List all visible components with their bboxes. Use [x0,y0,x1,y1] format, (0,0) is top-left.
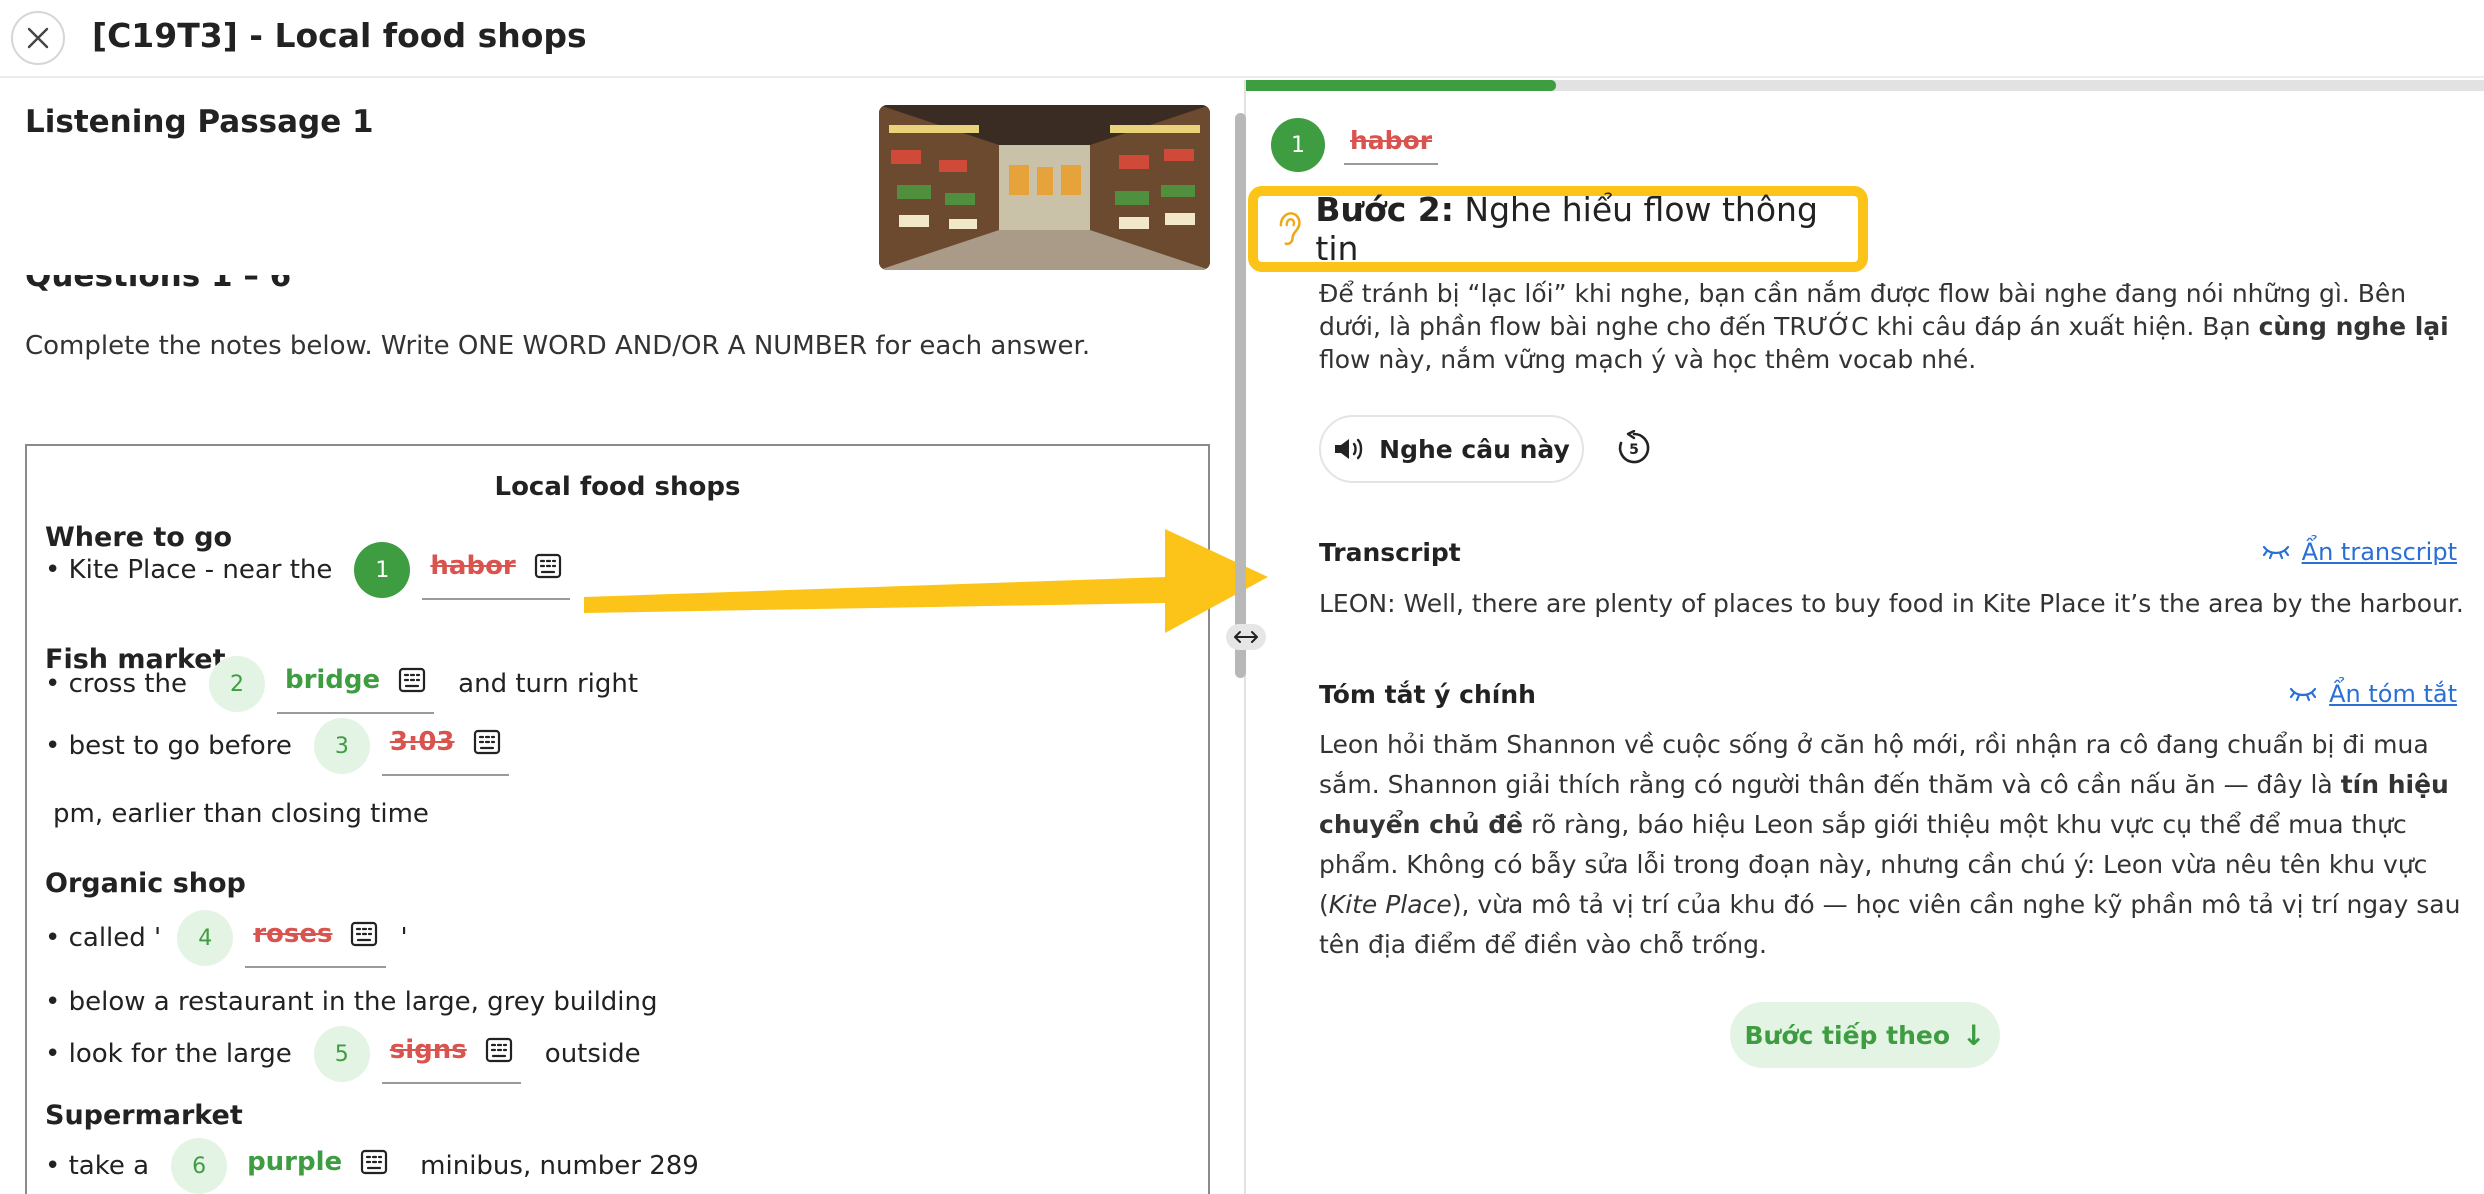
question-number-2[interactable]: 2 [208,656,265,712]
instructions: Complete the notes below. Write ONE WORD… [25,331,1091,361]
page-title: [C19T3] - Local food shops [92,16,587,55]
transcript-text: LEON: Well, there are plenty of places t… [1319,589,2464,618]
header: [C19T3] - Local food shops [0,0,2484,78]
scrollbar[interactable] [1235,113,1246,678]
answer-text: habor [430,551,516,581]
question-range: Questions 1 – 6 [25,275,292,294]
summary-heading: Tóm tắt ý chính [1319,680,1536,709]
answer-text: purple [247,1147,343,1177]
keyboard-icon [534,553,561,579]
section-organic-shop: Organic shop [45,868,246,899]
progress-bar [1246,80,2484,91]
arrow-down-icon: ↓ [1962,1018,1986,1052]
hide-summary-link[interactable]: Ẩn tóm tắt [2289,680,2457,708]
eye-closed-icon [2262,545,2289,560]
keyboard-icon [485,1037,512,1063]
question-number-3[interactable]: 3 [313,718,370,774]
note-line-3: • best to go before 3 3:03 [45,716,509,776]
transcript-heading: Transcript [1319,538,1461,567]
progress-fill [1246,80,1556,91]
keyboard-icon [361,1149,388,1175]
annotation-arrow [584,529,1268,633]
note-line-4: • called ' 4 roses ' [45,908,408,968]
step-description: Để tránh bị “lạc lối” khi nghe, bạn cần … [1319,279,2449,374]
answer-slot-1[interactable]: habor [422,540,570,600]
passage-title: Listening Passage 1 [25,104,374,140]
listen-this-button[interactable]: Nghe câu này [1319,415,1584,483]
svg-text:5: 5 [1629,442,1639,458]
answer-text: roses [253,919,333,949]
replay-5-icon: 5 [1618,430,1650,464]
note-line-closing: pm, earlier than closing time [53,799,429,829]
keyboard-icon [473,729,500,755]
current-question-number[interactable]: 1 [1271,118,1325,172]
notes-title: Local food shops [494,472,741,502]
question-number-5[interactable]: 5 [313,1026,370,1082]
note-line-6: • take a 6 purple minibus, number 289 [45,1136,699,1194]
answer-slot-4[interactable]: roses [245,908,387,968]
replay-5-button[interactable]: 5 [1614,428,1654,468]
question-number-4[interactable]: 4 [177,910,234,966]
note-line-below-restaurant: • below a restaurant in the large, grey … [45,987,658,1017]
answer-text: 3:03 [389,727,455,757]
summary-text: Leon hỏi thăm Shannon về cuộc sống ở căn… [1319,730,2461,959]
answer-text: signs [389,1035,467,1065]
note-line-1: • Kite Place - near the 1 habor [45,540,570,600]
next-step-button[interactable]: Bước tiếp theo ↓ [1730,1002,2000,1068]
answer-slot-6[interactable]: purple [239,1136,396,1194]
close-icon [27,27,49,49]
note-line-2: • cross the 2 bridge and turn right [45,654,638,714]
keyboard-icon [351,921,378,947]
ear-icon [1279,212,1301,246]
answer-text: bridge [284,665,381,695]
current-question-answer: habor [1344,126,1439,165]
answer-slot-3[interactable]: 3:03 [381,716,509,776]
question-number-6[interactable]: 6 [171,1138,228,1194]
step-heading: Bước 2: Nghe hiểu flow thông tin [1248,186,1868,272]
right-pane: 1 habor Bước 2: Nghe hiểu flow thông tin… [1246,80,2484,1194]
question-number-1[interactable]: 1 [354,542,411,598]
speaker-icon [1335,438,1363,460]
hide-transcript-link[interactable]: Ẩn transcript [2262,538,2457,566]
answer-slot-5[interactable]: signs [381,1024,521,1084]
answer-slot-2[interactable]: bridge [276,654,435,714]
eye-closed-icon [2290,687,2317,702]
note-line-5: • look for the large 5 signs outside [45,1024,641,1084]
keyboard-icon [399,667,426,693]
passage-image [879,105,1210,270]
close-button[interactable] [11,11,65,65]
section-supermarket: Supermarket [45,1100,243,1131]
